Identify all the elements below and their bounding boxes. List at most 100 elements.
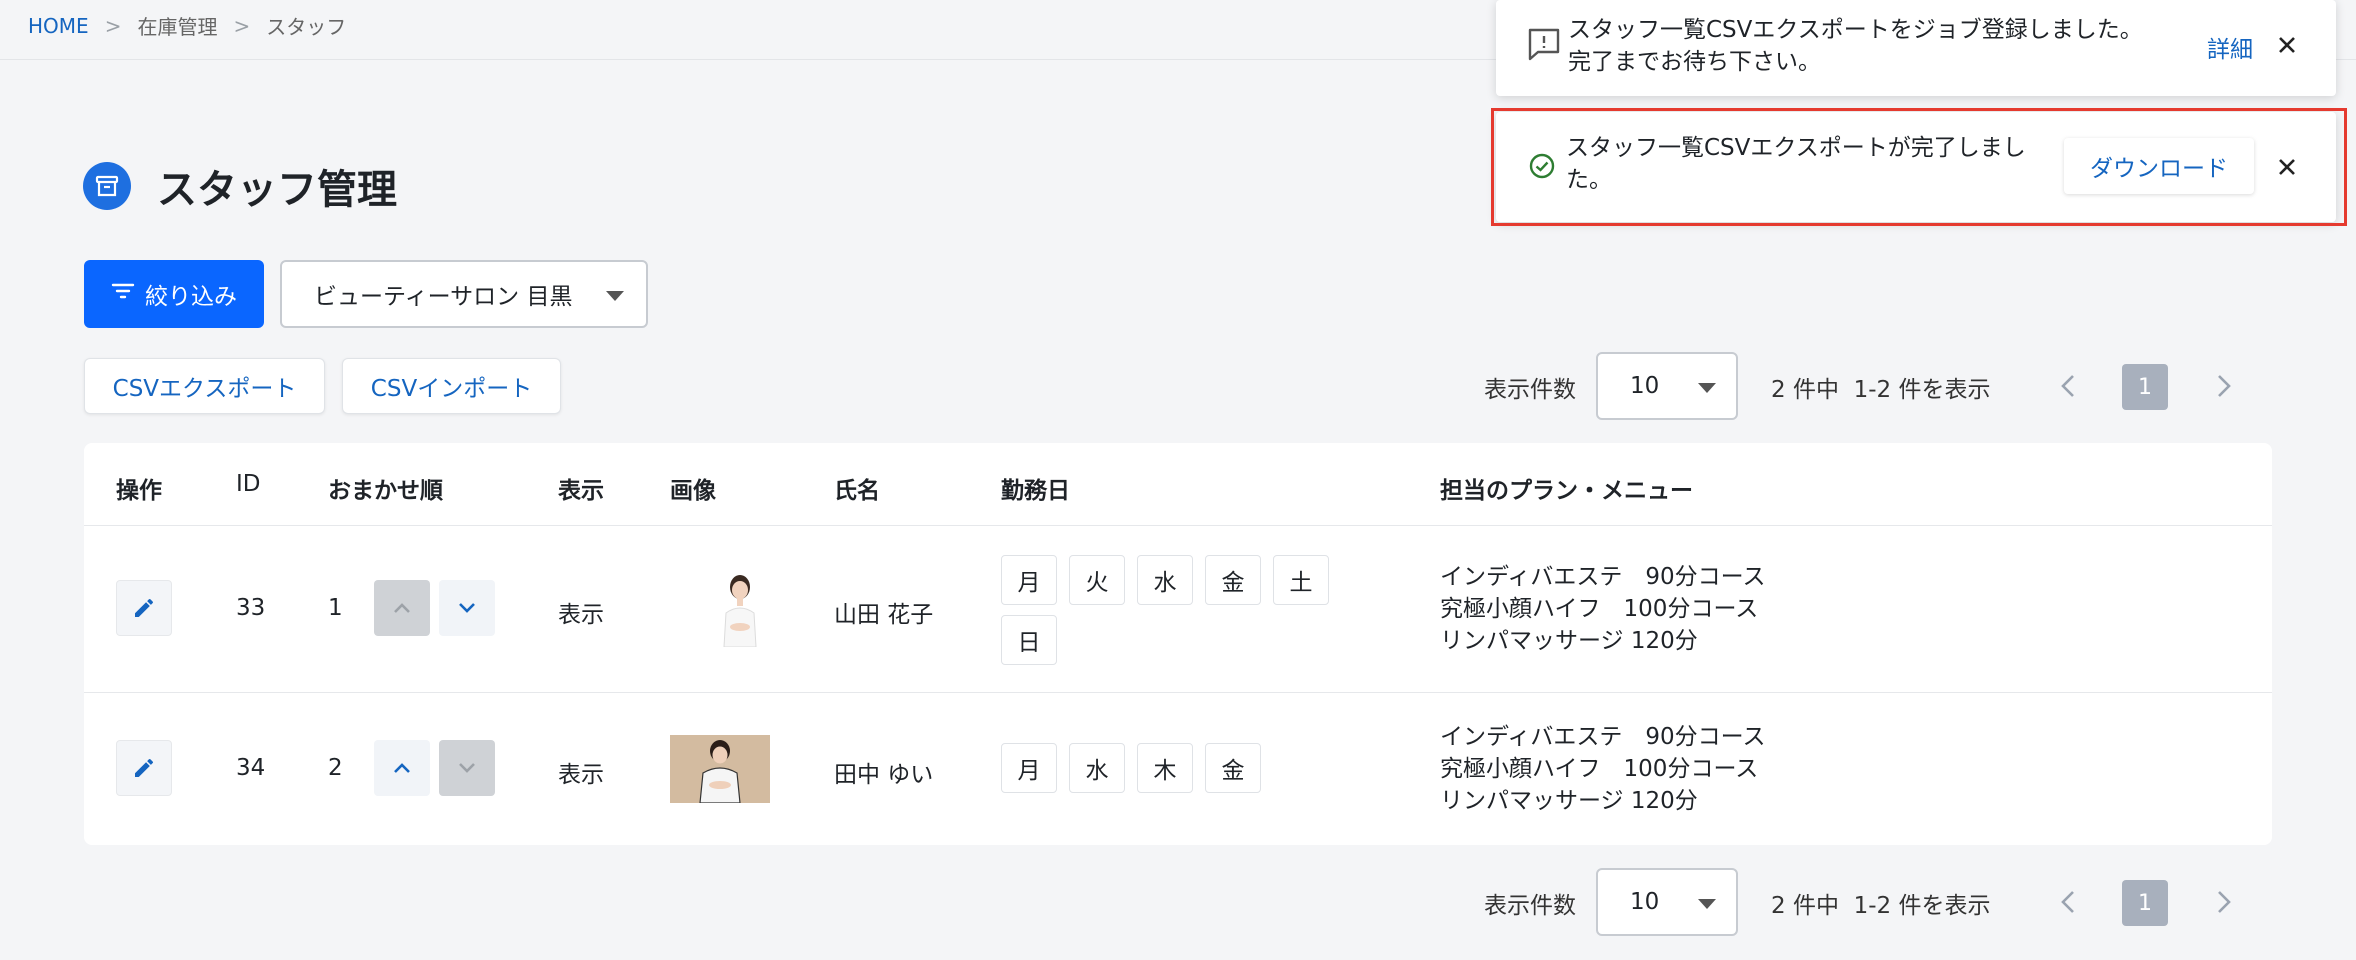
chevron-down-icon (606, 291, 624, 301)
move-down-button (439, 740, 495, 796)
workday-tag: 月 (1001, 743, 1057, 793)
page-size-select[interactable]: 10 (1596, 352, 1738, 420)
close-icon[interactable] (2272, 152, 2302, 182)
header-display: 表示 (558, 478, 604, 504)
breadcrumb-current: スタッフ (266, 15, 347, 39)
toast-message: スタッフ一覧CSVエクスポートが完了しまし た。 (1566, 132, 2026, 196)
move-up-button[interactable] (374, 740, 430, 796)
plan-item: インディバエステ 90分コース (1440, 564, 1766, 590)
chevron-up-icon (394, 603, 410, 613)
chevron-down-icon (1698, 383, 1716, 393)
workday-tag: 月 (1001, 555, 1057, 605)
prev-page-icon[interactable] (2050, 884, 2086, 920)
staff-name: 山田 花子 (834, 602, 934, 628)
toast-message-line: スタッフ一覧CSVエクスポートが完了しまし (1566, 135, 2026, 161)
toast-message-line: スタッフ一覧CSVエクスポートをジョブ登録しました。 (1568, 17, 2143, 43)
plan-item: リンパマッサージ 120分 (1440, 788, 1698, 814)
header-name: 氏名 (834, 478, 880, 504)
page-header: スタッフ管理 (83, 160, 397, 213)
result-total: 2 件中 (1771, 377, 1839, 403)
check-circle-icon (1528, 152, 1556, 184)
workday-tag: 水 (1069, 743, 1125, 793)
workday-tag: 水 (1137, 555, 1193, 605)
toast-message-line: た。 (1566, 167, 1612, 193)
staff-order: 1 (328, 595, 343, 621)
staff-id: 34 (236, 755, 266, 781)
plan-item: 究極小顔ハイフ 100分コース (1440, 756, 1759, 782)
alert-message-icon (1526, 26, 1562, 66)
pagination-bottom: 表示件数 10 2 件中 1-2 件を表示 1 (0, 868, 2356, 936)
staff-name: 田中 ゆい (834, 762, 934, 788)
header-order: おまかせ順 (328, 478, 443, 504)
page-size-value: 10 (1630, 889, 1660, 915)
breadcrumb-separator: > (233, 13, 251, 38)
staff-id: 33 (236, 595, 266, 621)
workday-tag: 火 (1069, 555, 1125, 605)
pagination-top: 表示件数 10 2 件中 1-2 件を表示 1 (0, 352, 2356, 420)
result-count: 2 件中 1-2 件を表示 (1771, 886, 1990, 920)
toast-message: スタッフ一覧CSVエクスポートをジョブ登録しました。 完了までお待ち下さい。 (1568, 14, 2143, 78)
result-total: 2 件中 (1771, 893, 1839, 919)
workday-tag: 金 (1205, 743, 1261, 793)
row-divider (84, 692, 2272, 693)
header-plans: 担当のプラン・メニュー (1440, 478, 1693, 504)
toast-detail-link[interactable]: 詳細 (2207, 30, 2253, 64)
breadcrumb-separator: > (104, 13, 122, 38)
display-status: 表示 (558, 762, 604, 788)
chevron-down-icon (1698, 899, 1716, 909)
next-page-icon[interactable] (2206, 368, 2242, 404)
page-number-current[interactable]: 1 (2122, 364, 2168, 410)
row-divider (84, 525, 2272, 526)
store-select-value: ビューティーサロン 目黒 (314, 284, 573, 310)
store-select[interactable]: ビューティーサロン 目黒 (280, 260, 648, 328)
filter-button-label: 絞り込み (145, 284, 237, 310)
result-count: 2 件中 1-2 件を表示 (1771, 370, 1990, 404)
edit-button[interactable] (116, 740, 172, 796)
pencil-icon (135, 598, 154, 617)
workday-tag: 金 (1205, 555, 1261, 605)
pencil-icon (135, 758, 154, 777)
chevron-down-icon (459, 763, 475, 773)
plan-item: インディバエステ 90分コース (1440, 724, 1766, 750)
staff-photo (670, 735, 770, 803)
breadcrumb-section[interactable]: 在庫管理 (137, 11, 217, 40)
header-days: 勤務日 (1001, 478, 1070, 504)
workday-tag: 木 (1137, 743, 1193, 793)
plan-item: リンパマッサージ 120分 (1440, 628, 1698, 654)
page-number-current[interactable]: 1 (2122, 880, 2168, 926)
page-title: スタッフ管理 (157, 167, 397, 213)
page-size-label: 表示件数 (1484, 377, 1576, 403)
result-range: 1-2 件を表示 (1853, 377, 1991, 403)
plan-item: 究極小顔ハイフ 100分コース (1440, 596, 1759, 622)
staff-photo (702, 569, 778, 647)
header-ops: 操作 (116, 478, 162, 504)
download-button[interactable]: ダウンロード (2064, 138, 2254, 194)
filter-button[interactable]: 絞り込み (84, 260, 264, 328)
chevron-up-icon (394, 763, 410, 773)
page-size-value: 10 (1630, 373, 1660, 399)
toast-job-registered: スタッフ一覧CSVエクスポートをジョブ登録しました。 完了までお待ち下さい。 詳… (1496, 0, 2336, 96)
workday-tag: 日 (1001, 615, 1057, 665)
toast-message-line: 完了までお待ち下さい。 (1568, 49, 1821, 75)
header-id: ID (236, 471, 261, 497)
workday-tag: 土 (1273, 555, 1329, 605)
plan-list: インディバエステ 90分コース 究極小顔ハイフ 100分コース リンパマッサージ… (1440, 721, 1766, 817)
filter-icon (111, 281, 135, 307)
display-status: 表示 (558, 602, 604, 628)
edit-button[interactable] (116, 580, 172, 636)
move-up-button (374, 580, 430, 636)
archive-box-icon (83, 162, 131, 210)
chevron-down-icon (459, 603, 475, 613)
breadcrumb-home[interactable]: HOME (28, 14, 89, 38)
page-size-label: 表示件数 (1484, 893, 1576, 919)
staff-order: 2 (328, 755, 343, 781)
move-down-button[interactable] (439, 580, 495, 636)
next-page-icon[interactable] (2206, 884, 2242, 920)
header-image: 画像 (670, 478, 716, 504)
result-range: 1-2 件を表示 (1853, 893, 1991, 919)
staff-table: 操作 ID おまかせ順 表示 画像 氏名 勤務日 担当のプラン・メニュー 33 … (84, 443, 2272, 845)
close-icon[interactable] (2272, 30, 2302, 60)
plan-list: インディバエステ 90分コース 究極小顔ハイフ 100分コース リンパマッサージ… (1440, 561, 1766, 657)
page-size-select[interactable]: 10 (1596, 868, 1738, 936)
prev-page-icon[interactable] (2050, 368, 2086, 404)
